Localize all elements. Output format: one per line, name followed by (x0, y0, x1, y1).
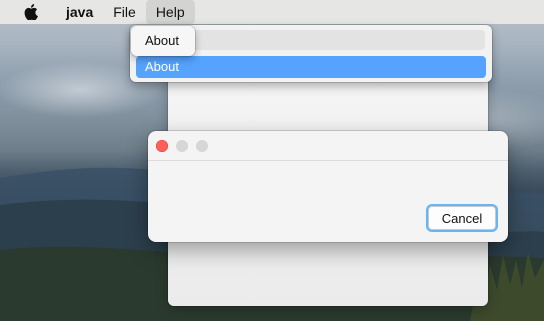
menu-item-about[interactable]: About (131, 26, 195, 56)
dialog-titlebar[interactable] (148, 131, 508, 161)
zoom-window-button[interactable] (196, 140, 208, 152)
menu-item-about-selected[interactable]: About (136, 56, 486, 78)
menu-file[interactable]: File (103, 0, 146, 24)
apple-logo-icon[interactable] (22, 3, 40, 21)
menu-bar: java File Help (0, 0, 544, 24)
menu-help[interactable]: Help (145, 0, 195, 24)
dialog-window: Cancel (148, 131, 508, 242)
cancel-button[interactable]: Cancel (428, 206, 496, 230)
minimize-window-button[interactable] (176, 140, 188, 152)
close-window-button[interactable] (156, 140, 168, 152)
menu-app-name[interactable]: java (56, 0, 103, 24)
